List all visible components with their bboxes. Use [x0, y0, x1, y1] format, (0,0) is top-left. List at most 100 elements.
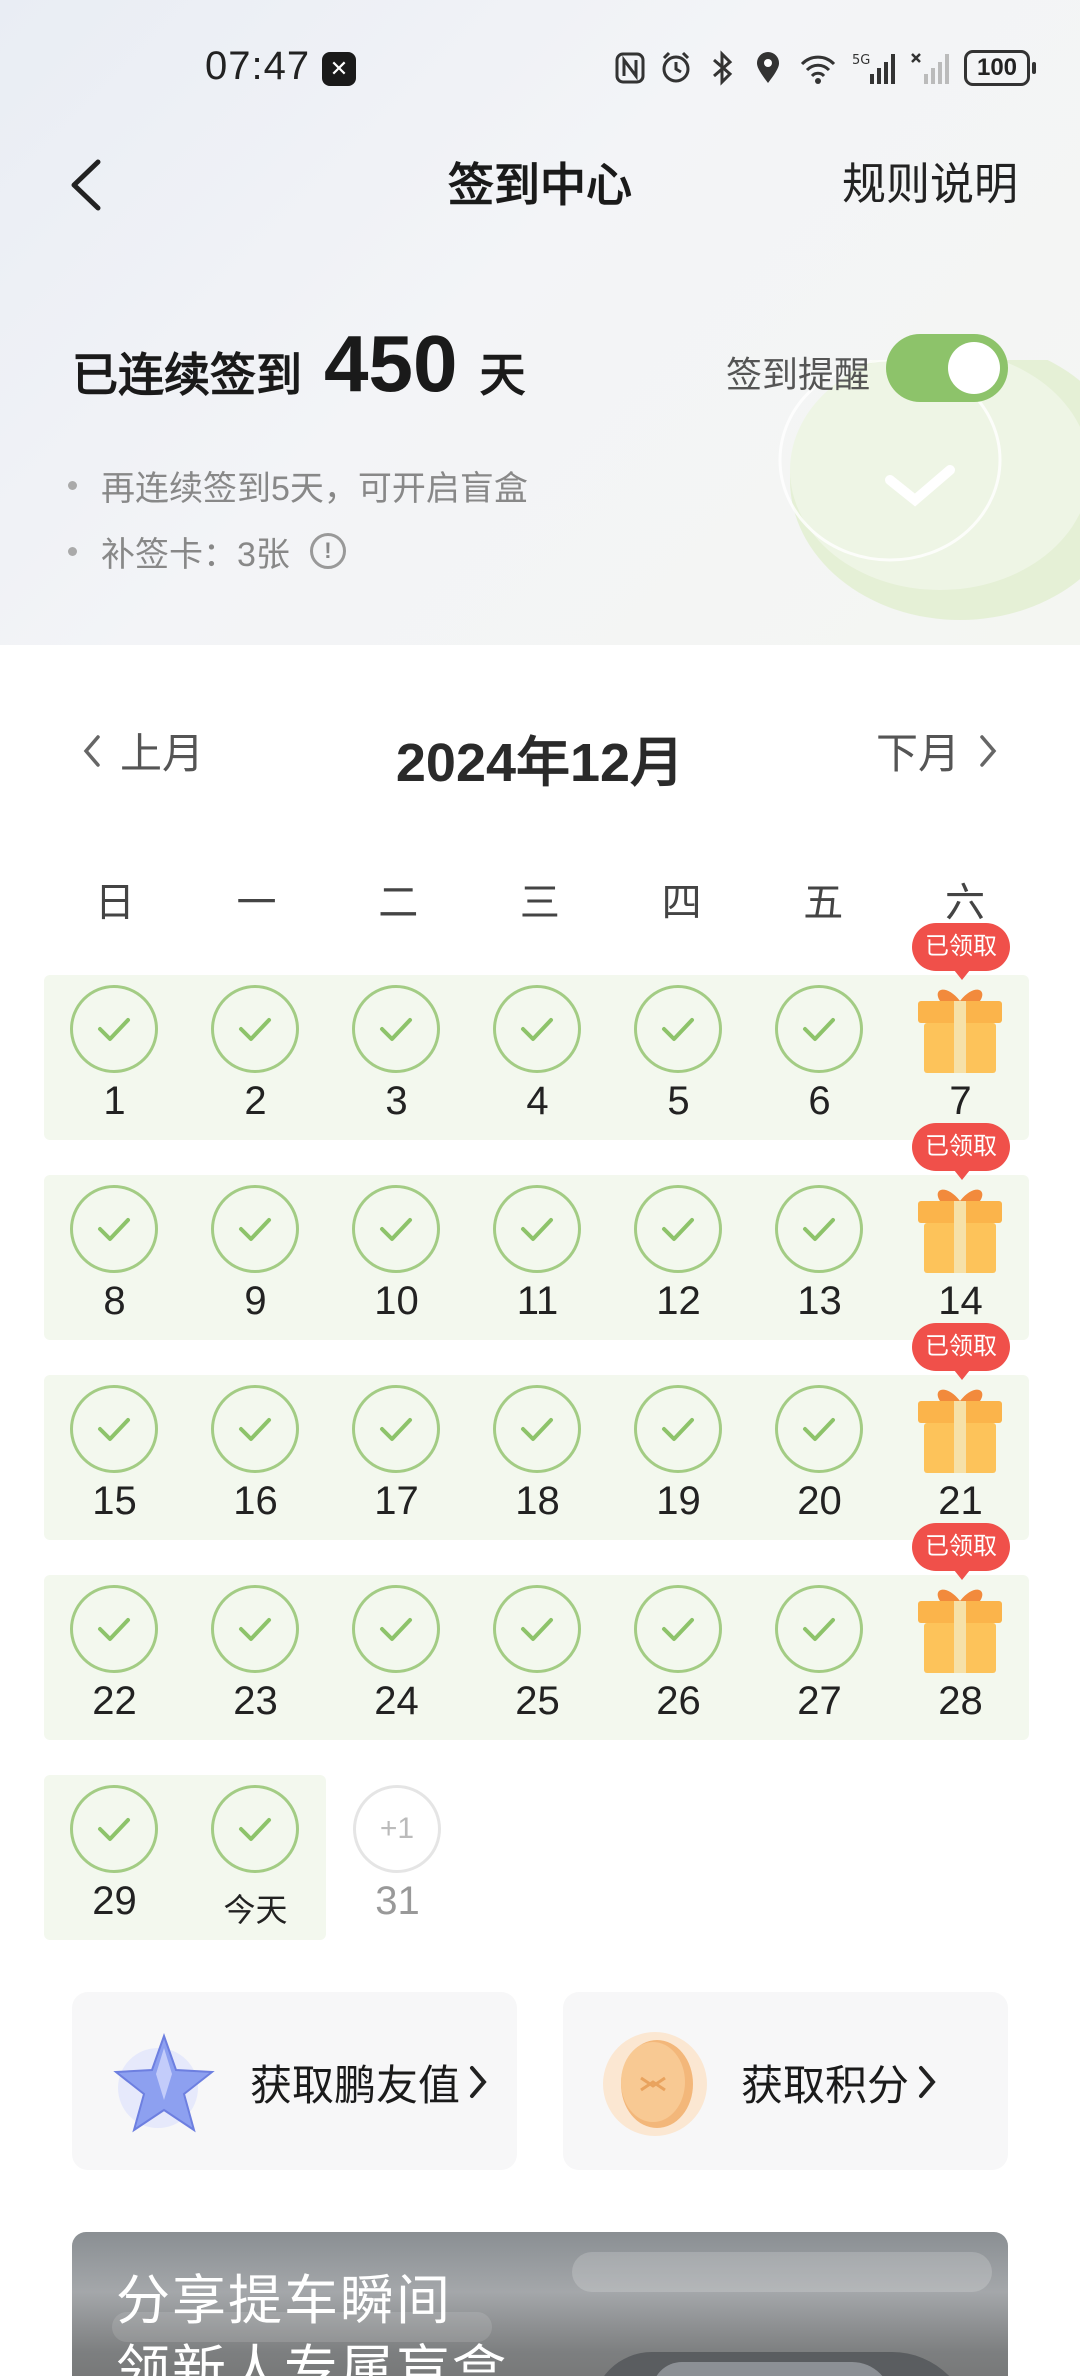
day-number: 7: [949, 1079, 972, 1123]
calendar-day-signed[interactable]: 24: [326, 1575, 467, 1740]
calendar-day-signed[interactable]: 15: [44, 1375, 185, 1540]
calendar-day-signed[interactable]: 27: [749, 1575, 890, 1740]
weekday-label: 四: [661, 881, 702, 925]
calendar-day-today[interactable]: 今天: [185, 1775, 326, 1940]
calendar-week-row: 29 今天: [44, 1775, 326, 1940]
day-number: 1: [103, 1079, 126, 1123]
status-time: 07:47: [205, 44, 311, 88]
chevron-right-icon: [980, 734, 997, 767]
day-number: 14: [938, 1279, 983, 1323]
calendar-day-signed[interactable]: 9: [185, 1175, 326, 1340]
checkmark-icon: [211, 1585, 299, 1673]
checkmark-icon: [493, 1585, 581, 1673]
streak-days: 450: [324, 319, 458, 408]
day-number: 17: [374, 1479, 419, 1523]
rules-link[interactable]: 规则说明: [842, 150, 1018, 220]
calendar-day-gift[interactable]: 已领取 21: [890, 1323, 1031, 1540]
calendar-day-signed[interactable]: 17: [326, 1375, 467, 1540]
calendar-day-signed[interactable]: 13: [749, 1175, 890, 1340]
calendar-day-signed[interactable]: 29: [44, 1775, 185, 1940]
claimed-badge: 已领取: [912, 923, 1010, 980]
reminder-toggle[interactable]: [886, 334, 1008, 402]
alarm-icon: [660, 50, 692, 86]
day-number: 28: [938, 1679, 983, 1723]
calendar-day-signed[interactable]: 6: [749, 975, 890, 1140]
calendar-day-signed[interactable]: 18: [467, 1375, 608, 1540]
get-points-card[interactable]: 获取积分: [563, 1992, 1008, 2170]
checkmark-icon: [493, 1185, 581, 1273]
signal-5g-icon: 5G: [852, 50, 896, 86]
calendar-day-signed[interactable]: 22: [44, 1575, 185, 1740]
calendar-day-signed[interactable]: 26: [608, 1575, 749, 1740]
weekday-header: 日 一 二 三 四 五 六: [44, 870, 1036, 928]
day-number: 2: [244, 1079, 267, 1123]
calendar-day-signed[interactable]: 3: [326, 975, 467, 1140]
tips-list: 再连续签到5天，可开启盲盒 补签卡：3张 !: [68, 452, 528, 584]
day-number: 5: [667, 1079, 690, 1123]
day-number: 31: [375, 1879, 420, 1923]
calendar-week-row: 1 2 3 4 5 6 已领取 7: [44, 923, 1031, 1140]
checkmark-icon: [775, 1585, 863, 1673]
calendar-week-row: 8 9 10 11 12 13 已领取 14: [44, 1123, 1031, 1340]
streak-prefix: 已连续签到: [72, 349, 302, 401]
calendar-day-signed[interactable]: 1: [44, 975, 185, 1140]
day-number: 11: [516, 1279, 559, 1323]
day-number: 9: [244, 1279, 267, 1323]
battery-indicator: 100: [964, 50, 1036, 86]
tip-makeup-cards: 补签卡：3张 !: [68, 518, 528, 584]
get-points-label: 获取积分: [741, 2062, 910, 2109]
checkmark-icon: [634, 1585, 722, 1673]
day-number: 22: [92, 1679, 137, 1723]
app-notification-icon: ✕: [322, 52, 356, 86]
calendar-day-signed[interactable]: 5: [608, 975, 749, 1140]
next-month-button[interactable]: 下月: [876, 720, 1000, 781]
tip-blind-box: 再连续签到5天，可开启盲盒: [68, 452, 528, 518]
weekday-label: 六: [944, 881, 985, 925]
get-points-friend-card[interactable]: 获取鹏友值: [72, 1992, 517, 2170]
gift-box-icon: [910, 1579, 1010, 1679]
calendar-day-signed[interactable]: 20: [749, 1375, 890, 1540]
bluetooth-icon: [706, 50, 738, 86]
calendar-day-gift[interactable]: 已领取 14: [890, 1123, 1031, 1340]
gift-box-icon: [910, 1179, 1010, 1279]
nav-bar: 签到中心 规则说明: [0, 140, 1080, 230]
checkmark-icon: [352, 1185, 440, 1273]
day-number: 4: [526, 1079, 549, 1123]
nfc-icon: [614, 50, 646, 86]
calendar-day-signed[interactable]: 2: [185, 975, 326, 1140]
checkmark-icon: [634, 985, 722, 1073]
calendar-day-signed[interactable]: 10: [326, 1175, 467, 1340]
bonus-points-badge: +1: [353, 1785, 441, 1873]
day-number: 29: [92, 1879, 137, 1923]
wifi-icon: [798, 50, 838, 86]
weekday-label: 三: [519, 881, 560, 925]
toggle-knob: [948, 342, 1000, 394]
day-number: 10: [374, 1279, 419, 1323]
day-number: 23: [233, 1679, 278, 1723]
day-number: 12: [656, 1279, 701, 1323]
calendar-day-gift[interactable]: 已领取 28: [890, 1523, 1031, 1740]
next-month-label: 下月: [875, 730, 960, 777]
checkmark-icon: [70, 1785, 158, 1873]
tip-makeup-cards-text: 补签卡：3张: [101, 535, 290, 574]
get-points-friend-label: 获取鹏友值: [250, 2062, 461, 2109]
calendar-day-signed[interactable]: 23: [185, 1575, 326, 1740]
checkmark-icon: [634, 1385, 722, 1473]
calendar-day-signed[interactable]: 16: [185, 1375, 326, 1540]
calendar-day-gift[interactable]: 已领取 7: [890, 923, 1031, 1140]
calendar-day-signed[interactable]: 4: [467, 975, 608, 1140]
reminder-label: 签到提醒: [726, 354, 871, 395]
info-icon[interactable]: !: [309, 533, 346, 569]
calendar-day-signed[interactable]: 8: [44, 1175, 185, 1340]
calendar-day-signed[interactable]: 11: [467, 1175, 608, 1340]
calendar-day-signed[interactable]: 19: [608, 1375, 749, 1540]
calendar-day-signed[interactable]: 12: [608, 1175, 749, 1340]
day-number: 21: [938, 1479, 983, 1523]
calendar-day-future[interactable]: +1 31: [327, 1775, 468, 1940]
calendar-day-signed[interactable]: 25: [467, 1575, 608, 1740]
coin-icon: [603, 2032, 707, 2136]
weekday-label: 五: [803, 881, 844, 925]
promo-banner[interactable]: 分享提车瞬间 领新人专属盲盒: [72, 2232, 1008, 2376]
checkmark-icon: [775, 1385, 863, 1473]
day-number: 26: [656, 1679, 701, 1723]
